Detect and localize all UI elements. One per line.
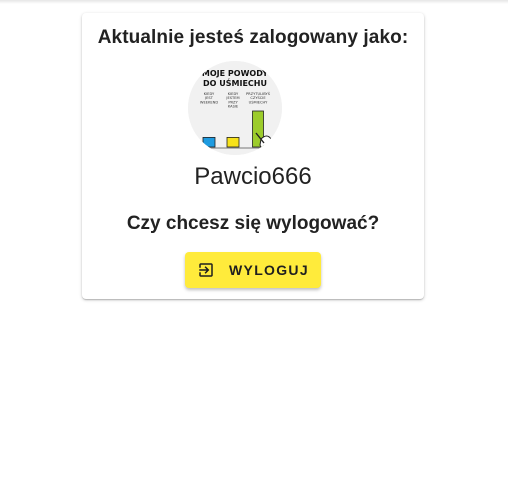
logout-button-label: WYLOGUJ: [229, 262, 309, 278]
avatar-bar-label: KASIE: [228, 105, 239, 109]
avatar-bar-label: WEEKEND: [200, 100, 218, 104]
top-bar-shadow: [0, 0, 508, 4]
logout-button[interactable]: WYLOGUJ: [185, 252, 321, 288]
avatar-bar: [202, 137, 216, 148]
logout-question: Czy chcesz się wylogować?: [126, 213, 380, 234]
avatar-title-line1: MOJE POWODY: [202, 69, 268, 78]
logout-icon: [197, 261, 215, 279]
avatar: MOJE POWODY DO UŚMIECHU KIEDY JEST WEEKEND…: [188, 61, 282, 155]
logged-in-heading: Aktualnie jesteś zalogowany jako:: [97, 27, 409, 48]
logout-card: Aktualnie jesteś zalogowany jako: MOJE P…: [82, 13, 424, 299]
hand-drawing: [259, 135, 273, 150]
avatar-bar: [226, 137, 240, 148]
avatar-image: MOJE POWODY DO UŚMIECHU KIEDYJESTWEEKEND…: [188, 61, 282, 155]
avatar-bar-label: UŚMIECHY: [249, 99, 269, 104]
username: Pawcio666: [194, 163, 312, 190]
avatar-title-line2: DO UŚMIECHU: [203, 77, 267, 88]
